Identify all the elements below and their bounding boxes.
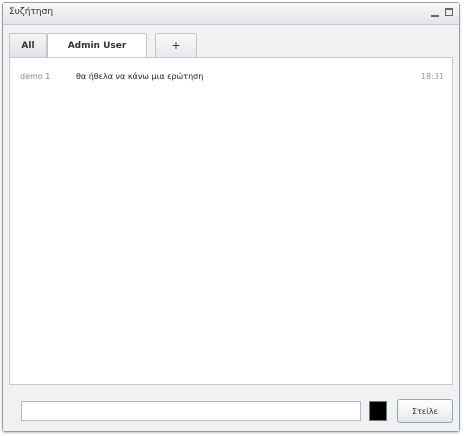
title-bar[interactable]: Συζήτηση <box>3 3 459 25</box>
composer-bar: Στείλε <box>3 387 459 431</box>
message-input[interactable] <box>21 401 361 421</box>
tab-admin-user[interactable]: Admin User <box>47 33 147 58</box>
message-list[interactable]: demo 1 θα ήθελα να κάνω μια ερώτηση 18:3… <box>9 57 453 385</box>
message-time: 18:31 <box>420 72 444 81</box>
add-tab-button[interactable]: + <box>155 33 197 57</box>
message-sender: demo 1 <box>20 72 51 81</box>
maximize-icon[interactable] <box>444 6 456 20</box>
minimize-icon[interactable] <box>429 6 441 20</box>
window-title: Συζήτηση <box>9 7 54 17</box>
message-text: θα ήθελα να κάνω μια ερώτηση <box>76 72 204 81</box>
tab-all[interactable]: All <box>9 33 47 57</box>
color-picker[interactable] <box>369 401 387 421</box>
chat-window: Συζήτηση All Admin User + demo 1 θα ήθελ… <box>2 2 460 432</box>
send-button[interactable]: Στείλε <box>397 399 453 423</box>
message-row: demo 1 θα ήθελα να κάνω μια ερώτηση 18:3… <box>20 72 444 88</box>
